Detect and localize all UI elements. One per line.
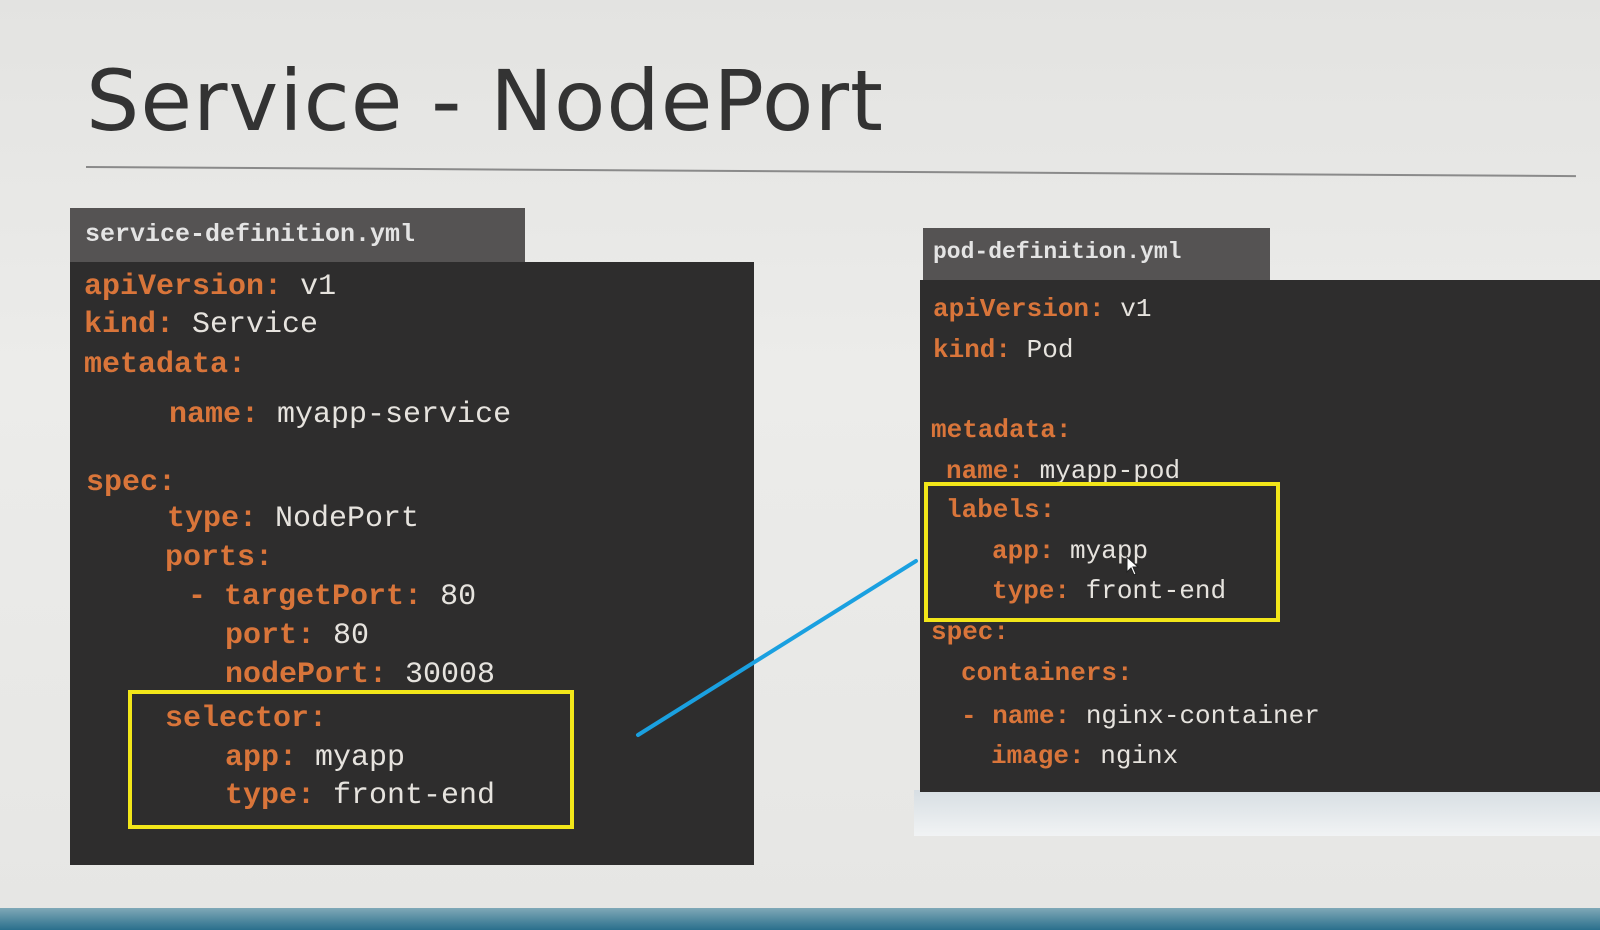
yaml-key: - targetPort: [188, 580, 423, 614]
yaml-value: NodePort [275, 502, 420, 536]
code-line: ports: [165, 541, 273, 575]
yaml-value: myapp-service [277, 398, 512, 432]
yaml-key: spec: [86, 466, 177, 500]
service-file-tab: service-definition.yml [70, 208, 525, 262]
yaml-key: port: [225, 619, 316, 653]
yaml-key: nodePort: [225, 658, 388, 692]
service-file-tab-label: service-definition.yml [85, 220, 416, 249]
bottom-bar [0, 908, 1600, 930]
yaml-key: kind: [84, 308, 175, 342]
code-line: kind: Service [84, 308, 318, 342]
yaml-value: Pod [1026, 335, 1074, 365]
code-line: spec: [86, 466, 176, 500]
yaml-key: metadata: [931, 415, 1072, 445]
mouse-pointer-icon [1126, 556, 1140, 576]
title-divider [85, 166, 1576, 178]
yaml-key: apiVersion: [84, 270, 283, 304]
yaml-key: apiVersion: [933, 294, 1105, 324]
yaml-key: image: [991, 741, 1085, 771]
yaml-key: containers: [961, 658, 1133, 688]
yaml-key: ports: [165, 541, 274, 575]
code-line: name: myapp-service [169, 398, 511, 432]
code-line: type: NodePort [167, 502, 419, 536]
yaml-value: 30008 [405, 658, 496, 692]
yaml-key: type: [167, 502, 258, 536]
code-line: metadata: [84, 348, 246, 382]
code-line: port: 80 [225, 619, 369, 653]
yaml-key: - name: [961, 701, 1071, 731]
yaml-key: kind: [933, 335, 1012, 365]
pod-panel-reflection [914, 790, 1600, 836]
code-line: image: nginx [991, 741, 1178, 771]
yaml-value: nginx-container [1085, 701, 1320, 731]
slide-title: Service - NodePort [86, 52, 884, 150]
code-line: - name: nginx-container [961, 701, 1320, 731]
yaml-key: metadata: [84, 348, 247, 382]
yaml-value: 80 [440, 580, 477, 614]
yaml-value: 80 [333, 619, 370, 653]
code-line: containers: [961, 658, 1133, 688]
selector-highlight-box [128, 690, 574, 829]
yaml-value: v1 [300, 270, 337, 304]
pod-file-tab-label: pod-definition.yml [933, 239, 1182, 265]
yaml-key: name: [169, 398, 260, 432]
pod-file-tab: pod-definition.yml [923, 228, 1270, 280]
yaml-value: nginx [1100, 741, 1179, 771]
code-line: apiVersion: v1 [933, 294, 1151, 324]
code-line: - targetPort: 80 [188, 580, 476, 614]
code-line: nodePort: 30008 [225, 658, 495, 692]
yaml-value: Service [192, 308, 319, 342]
yaml-value: v1 [1120, 294, 1152, 324]
code-line: apiVersion: v1 [84, 270, 336, 304]
code-line: metadata: [931, 415, 1071, 445]
code-line: kind: Pod [933, 335, 1073, 365]
labels-highlight-box [924, 482, 1280, 622]
